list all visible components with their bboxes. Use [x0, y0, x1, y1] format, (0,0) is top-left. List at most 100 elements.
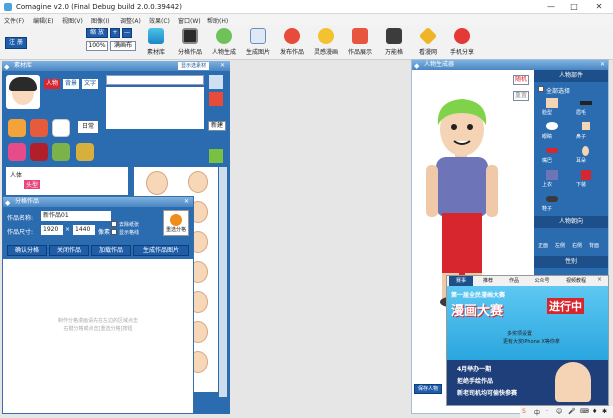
search-icon[interactable]: [209, 75, 223, 89]
color-icon[interactable]: [209, 92, 223, 106]
menu-edit[interactable]: 编辑(E): [33, 16, 53, 25]
zoom-plus-button[interactable]: +: [110, 28, 120, 38]
part-eyebrow[interactable]: 眉毛: [572, 98, 600, 116]
tool-comic-site[interactable]: 看漫网: [412, 26, 444, 58]
name-input[interactable]: 新作品01: [41, 211, 111, 221]
house-icon[interactable]: [52, 119, 70, 137]
avatar[interactable]: [6, 75, 40, 109]
reselect-grid-button[interactable]: 重选分格: [163, 210, 189, 236]
part-ear[interactable]: 耳朵: [572, 146, 600, 164]
hint-line-2: 右键分格或点击[重选分格]按钮: [63, 326, 133, 332]
register-button[interactable]: 注 册: [5, 37, 27, 49]
tool-showcase[interactable]: 作品展示: [344, 28, 376, 58]
cake-icon[interactable]: [8, 143, 26, 161]
face-list-scrollbar[interactable]: [219, 167, 227, 397]
part-top[interactable]: 上衣: [538, 170, 566, 188]
tool-mobile-share[interactable]: 手机分享: [446, 28, 478, 58]
news-tab-contest[interactable]: 赛事: [449, 276, 473, 286]
tool-material[interactable]: 素材库: [140, 28, 172, 58]
orientation-left[interactable]: 左侧: [555, 242, 565, 249]
part-shoes[interactable]: 鞋子: [538, 194, 566, 212]
microphone-icon[interactable]: 🎤: [568, 408, 575, 415]
tree-child[interactable]: 头型: [24, 180, 41, 189]
part-nose[interactable]: 鼻子: [572, 122, 600, 140]
orientation-right[interactable]: 右侧: [572, 242, 582, 249]
news-tab-official[interactable]: 公众号: [529, 276, 555, 286]
tab-text[interactable]: 文字: [82, 79, 98, 89]
close-icon[interactable]: ✕: [600, 60, 605, 70]
zoom-minus-button[interactable]: —: [122, 28, 132, 38]
tab-character[interactable]: 人物: [44, 79, 60, 89]
tool-label: 生成图片: [245, 49, 270, 56]
animal-icon[interactable]: [52, 143, 70, 161]
punctuation-icon[interactable]: ·: [546, 408, 548, 415]
zoom-button[interactable]: 缩 放: [86, 28, 108, 38]
part-bottom[interactable]: 下装: [572, 170, 600, 188]
select-all-label: 全部选择: [546, 88, 571, 95]
diamond-icon: [148, 28, 164, 44]
sticker-icon[interactable]: [8, 119, 26, 137]
tool-gen-image[interactable]: 生成图片: [242, 28, 274, 58]
height-input[interactable]: 1440: [73, 225, 95, 235]
tab-background[interactable]: 背景: [63, 79, 79, 89]
box-icon[interactable]: [30, 143, 48, 161]
close-button[interactable]: ✕: [588, 1, 610, 13]
tool-universal[interactable]: 万能格: [378, 28, 410, 58]
close-icon[interactable]: ✕: [220, 61, 225, 71]
save-character-button[interactable]: 保存人物: [414, 384, 442, 394]
material-search-input[interactable]: [106, 75, 204, 85]
tool-inspiration[interactable]: 灵感漫画: [310, 28, 342, 58]
close-icon[interactable]: ✕: [184, 197, 189, 207]
menu-view[interactable]: 视图(V): [62, 16, 83, 25]
tool-publish[interactable]: 发布作品: [276, 28, 308, 58]
settings-icon[interactable]: [209, 149, 223, 163]
part-eyes[interactable]: 眼睛: [538, 122, 566, 140]
menu-window[interactable]: 窗口(W): [178, 16, 201, 25]
daily-button[interactable]: 日常: [78, 121, 98, 133]
width-input[interactable]: 1920: [41, 225, 63, 235]
select-all-checkbox[interactable]: [538, 86, 544, 94]
maximize-button[interactable]: □: [563, 1, 585, 13]
orientation-front[interactable]: 正面: [538, 242, 548, 249]
menu-effect[interactable]: 效果(C): [149, 16, 170, 25]
random-button[interactable]: 随机: [513, 75, 529, 85]
keyboard-icon[interactable]: ⌨: [580, 408, 589, 415]
menu-file[interactable]: 文件(F): [4, 16, 24, 25]
tool-character[interactable]: 人物生成: [208, 28, 240, 58]
minimize-button[interactable]: —: [540, 1, 562, 13]
close-work-button[interactable]: 关闭作品: [49, 245, 89, 256]
load-work-button[interactable]: 加载作品: [91, 245, 131, 256]
confirm-grid-button[interactable]: 确认分格: [7, 245, 47, 256]
bulb-icon: [318, 28, 334, 44]
checkbox-show-grid[interactable]: [111, 229, 117, 237]
new-button[interactable]: 新建: [208, 121, 226, 131]
face-thumb[interactable]: [146, 171, 168, 195]
orientation-back[interactable]: 背面: [589, 242, 599, 249]
gear-icon[interactable]: [76, 143, 94, 161]
menu-adjust[interactable]: 调整(A): [120, 16, 141, 25]
show-selected-tab[interactable]: 显示选素材: [178, 62, 210, 70]
contest-banner[interactable]: 第一届全民漫画大赛 漫画大赛 进行中 多奖项设置 更有大奖iPhone X等你拿: [447, 286, 608, 360]
news-tab-works[interactable]: 作品: [503, 276, 525, 286]
part-face[interactable]: 脸型: [538, 98, 566, 116]
zoom-value[interactable]: 100%: [86, 41, 108, 51]
input-method-icon[interactable]: S: [522, 408, 526, 415]
generate-image-button[interactable]: 生成作品图片: [133, 245, 189, 256]
emoji-icon[interactable]: ☺: [556, 408, 562, 415]
language-icon[interactable]: 中: [534, 408, 540, 417]
face-thumb[interactable]: [188, 171, 208, 193]
tool-panels[interactable]: 分格作品: [174, 28, 206, 58]
settings-icon[interactable]: ✱: [602, 408, 607, 415]
fit-canvas-button[interactable]: 满画布: [110, 41, 136, 51]
close-icon[interactable]: ×: [597, 276, 602, 283]
menu-help[interactable]: 帮助(H): [207, 16, 228, 25]
menu-image[interactable]: 图像(I): [91, 16, 109, 25]
tree-root[interactable]: 人体: [10, 170, 22, 179]
part-mouth[interactable]: 嘴巴: [538, 146, 566, 164]
sticker-icon[interactable]: [30, 119, 48, 137]
news-tab-video[interactable]: 视频教程: [559, 276, 593, 286]
checkbox-remove-paper[interactable]: [111, 221, 117, 229]
reset-button[interactable]: 重置: [513, 91, 529, 101]
news-tab-recommend[interactable]: 推荐: [477, 276, 499, 286]
skin-icon[interactable]: ♦: [592, 408, 597, 415]
